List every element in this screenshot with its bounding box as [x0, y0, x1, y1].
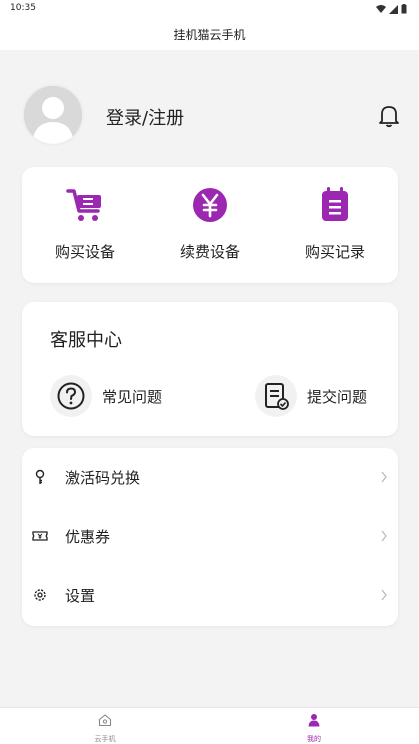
login-register-link[interactable]: 登录/注册 — [106, 104, 184, 130]
settings-item[interactable]: 设置 — [22, 566, 398, 624]
avatar[interactable] — [22, 84, 84, 146]
chevron-right-icon — [381, 589, 387, 601]
bell-icon[interactable] — [378, 104, 400, 128]
renew-device-button[interactable]: 续费设备 — [160, 185, 260, 262]
bottom-tab-bar: 云手机 我的 — [0, 707, 419, 744]
chevron-right-icon — [381, 471, 387, 483]
coupon-item[interactable]: 优惠券 — [22, 507, 398, 565]
service-title: 客服中心 — [50, 330, 122, 351]
signal-icon — [389, 4, 398, 14]
purchase-actions-card: 购买设备 续费设备 购买记录 — [22, 167, 398, 283]
cart-icon — [66, 189, 101, 221]
profile-header: 登录/注册 — [0, 80, 419, 150]
page-title: 挂机猫云手机 — [173, 28, 246, 42]
faq-label: 常见问题 — [102, 387, 163, 406]
status-icons — [376, 4, 407, 14]
purchase-history-button[interactable]: 购买记录 — [285, 185, 385, 262]
action-label: 购买记录 — [304, 243, 365, 261]
menu-item-label: 激活码兑换 — [65, 468, 141, 487]
tab-cloud-phone[interactable]: 云手机 — [75, 712, 135, 744]
default-avatar-icon — [24, 86, 82, 144]
customer-service-card: 客服中心 常见问题 提交问题 — [22, 302, 398, 436]
tab-label: 云手机 — [94, 735, 116, 743]
buy-device-button[interactable]: 购买设备 — [35, 185, 135, 262]
submit-issue-label: 提交问题 — [307, 387, 368, 406]
status-bar: 10:35 — [0, 0, 419, 20]
action-label: 续费设备 — [179, 243, 240, 261]
question-icon — [57, 382, 85, 410]
coupon-icon — [32, 531, 48, 541]
wifi-icon — [376, 5, 386, 13]
tab-label: 我的 — [307, 735, 321, 743]
submit-doc-icon — [265, 383, 289, 410]
activation-code-item[interactable]: 激活码兑换 — [22, 448, 398, 506]
faq-icon-wrap — [50, 375, 92, 417]
action-label: 购买设备 — [54, 243, 115, 261]
home-icon — [98, 714, 112, 727]
key-icon — [35, 469, 45, 484]
status-time: 10:35 — [10, 3, 36, 13]
menu-item-label: 优惠券 — [65, 527, 111, 546]
gear-icon — [34, 589, 46, 601]
menu-item-label: 设置 — [65, 586, 96, 605]
menu-list-card: 激活码兑换 优惠券 设置 — [22, 448, 398, 626]
yuan-icon — [193, 188, 227, 222]
faq-button[interactable]: 常见问题 — [50, 374, 162, 418]
tab-mine[interactable]: 我的 — [284, 712, 344, 744]
chevron-right-icon — [381, 530, 387, 542]
clipboard-icon — [322, 187, 348, 221]
submit-issue-button[interactable]: 提交问题 — [255, 374, 367, 418]
person-icon — [308, 714, 320, 727]
battery-icon — [401, 4, 407, 14]
title-bar: 挂机猫云手机 — [0, 20, 419, 50]
submit-icon-wrap — [255, 375, 297, 417]
